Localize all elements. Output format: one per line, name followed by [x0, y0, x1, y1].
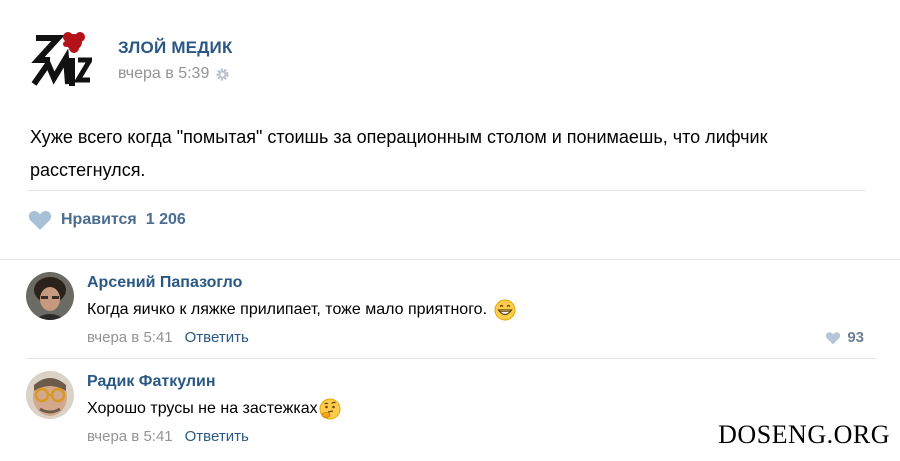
divider [26, 358, 876, 359]
post-header: ЗЛОЙ МЕДИК вчера в 5:39 [28, 28, 628, 92]
avatar[interactable] [26, 272, 74, 320]
divider [28, 190, 866, 191]
reply-button[interactable]: Ответить [185, 428, 249, 445]
comment-text: Хорошо трусы не на застежках [87, 398, 341, 420]
comment-author-link[interactable]: Радик Фаткулин [87, 373, 216, 391]
comment-author-link[interactable]: Арсений Папазогло [87, 274, 242, 292]
comment: Арсений Папазогло Когда яичко к ляжке пр… [26, 272, 876, 362]
like-label: Нравится [61, 211, 137, 228]
comment-text: Когда яичко к ляжке прилипает, тоже мало… [87, 299, 516, 321]
community-avatar-logo[interactable] [28, 28, 92, 92]
comment-meta: вчера в 5:41 Ответить [87, 329, 249, 346]
post-text: Хуже всего когда "помытая" стоишь за опе… [30, 127, 768, 180]
grinning-face-icon [494, 299, 516, 321]
comment-text-content: Хорошо трусы не на застежках [87, 400, 318, 417]
comment-text-content: Когда яичко к ляжке прилипает, тоже мало… [87, 301, 488, 318]
post-author-link[interactable]: ЗЛОЙ МЕДИК [118, 38, 233, 58]
comment-time-link[interactable]: вчера в 5:41 [87, 329, 173, 346]
comment-like-count: 93 [847, 329, 864, 346]
post-time-link[interactable]: вчера в 5:39 [118, 65, 209, 83]
gear-icon[interactable] [215, 67, 230, 82]
watermark: DOSENG.ORG [716, 420, 892, 450]
like-button[interactable]: Нравится 1 206 [28, 209, 186, 231]
comment-time-link[interactable]: вчера в 5:41 [87, 428, 173, 445]
post-meta: вчера в 5:39 [118, 65, 230, 83]
avatar[interactable] [26, 371, 74, 419]
heart-icon [28, 210, 52, 230]
comment-like-button[interactable]: 93 [825, 329, 864, 346]
divider [0, 259, 900, 260]
reply-button[interactable]: Ответить [185, 329, 249, 346]
like-count: 1 206 [145, 211, 186, 228]
comment-meta: вчера в 5:41 Ответить [87, 428, 249, 445]
thinking-face-icon [319, 398, 341, 420]
heart-icon [826, 331, 841, 344]
